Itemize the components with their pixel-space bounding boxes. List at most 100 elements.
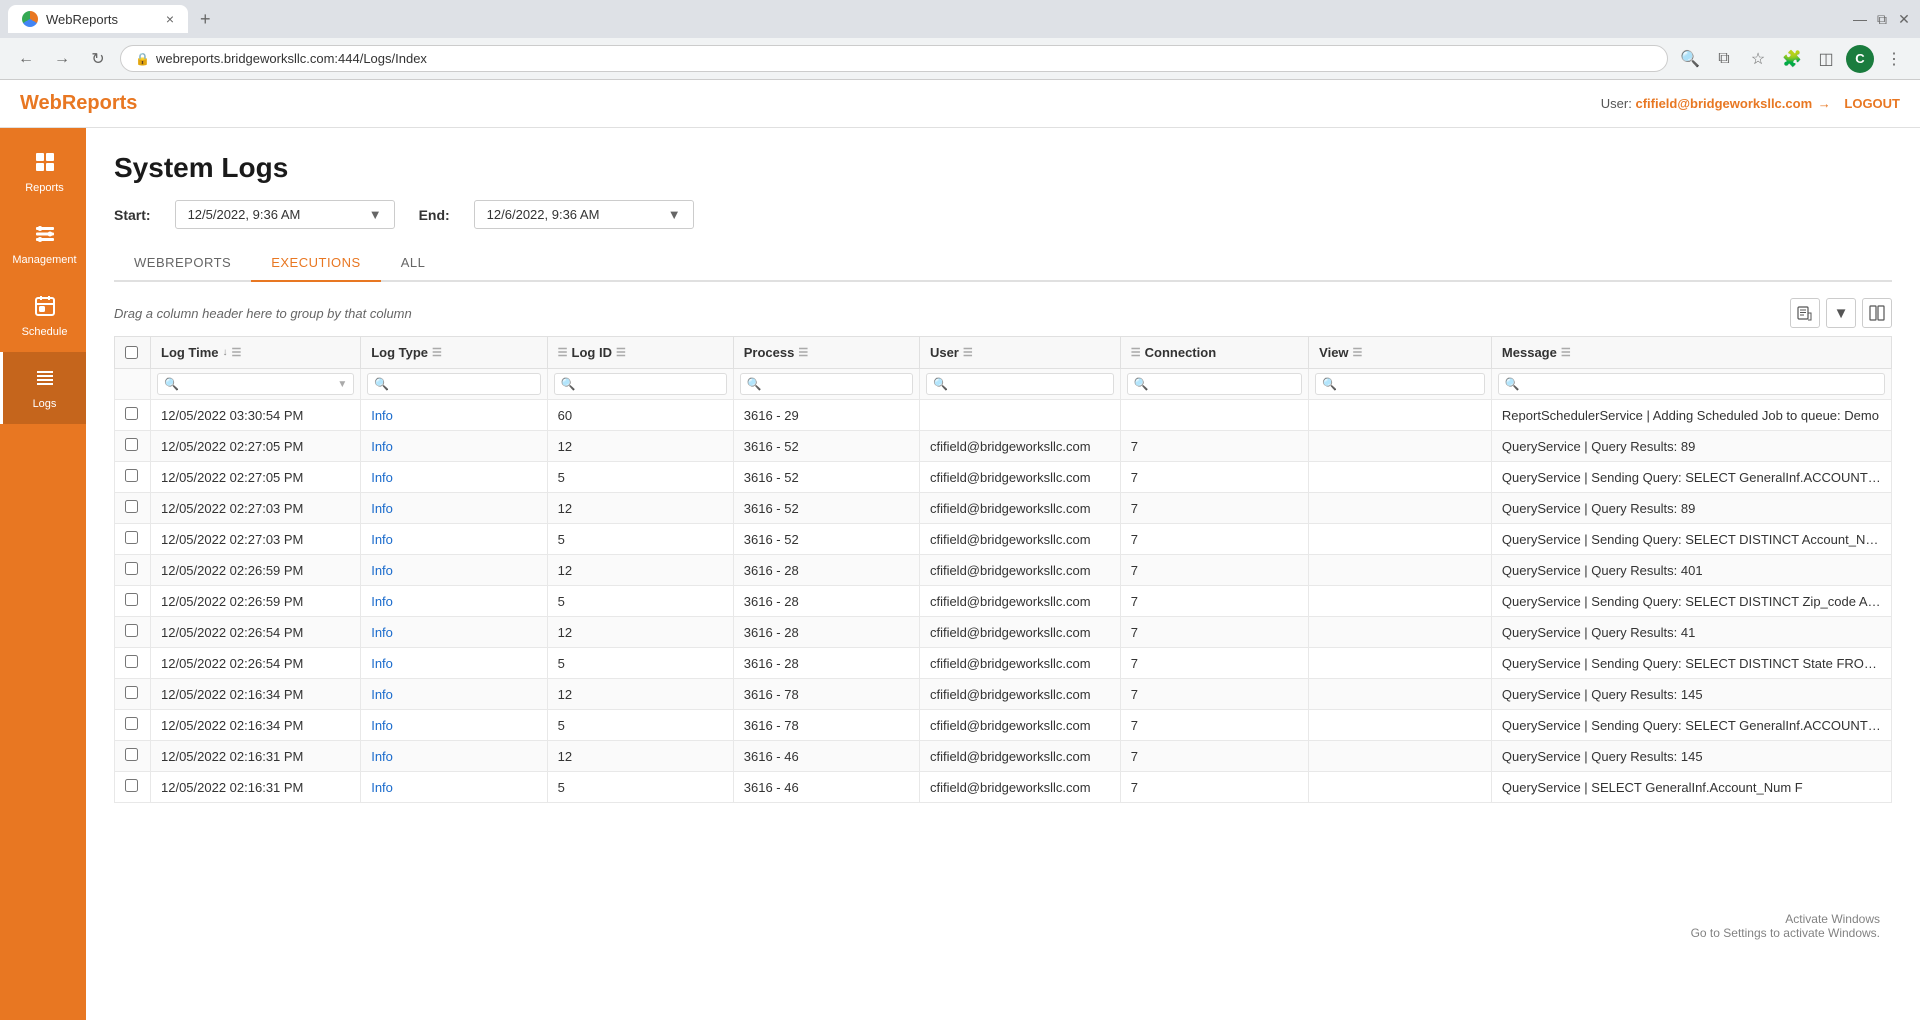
cell-0-0 (115, 400, 151, 431)
user-filter[interactable]: 🔍 (926, 373, 1114, 395)
connection-filter[interactable]: 🔍 (1127, 373, 1302, 395)
message-filter[interactable]: 🔍 (1498, 373, 1885, 395)
restore-button[interactable]: ⧉ (1874, 11, 1890, 27)
column-chooser-button[interactable] (1862, 298, 1892, 328)
row-checkbox-8[interactable] (125, 655, 138, 668)
row-checkbox-12[interactable] (125, 779, 138, 792)
cell-9-8: QueryService | Query Results: 145 (1491, 679, 1891, 710)
row-checkbox-10[interactable] (125, 717, 138, 730)
cell-8-5: cfifield@bridgeworksllc.com (919, 648, 1120, 679)
share-button[interactable]: ⧉ (1710, 45, 1738, 73)
search-icon-button[interactable]: 🔍 (1676, 45, 1704, 73)
process-filter-input[interactable] (766, 377, 906, 391)
sidebar-item-reports[interactable]: Reports (0, 136, 86, 208)
logout-button[interactable]: LOGOUT (1844, 96, 1900, 111)
dropdown-button[interactable]: ▼ (1826, 298, 1856, 328)
new-tab-button[interactable]: + (192, 5, 219, 34)
logtype-link-3[interactable]: Info (371, 501, 393, 516)
view-filter[interactable]: 🔍 (1315, 373, 1485, 395)
profile-button[interactable]: C (1846, 45, 1874, 73)
row-checkbox-9[interactable] (125, 686, 138, 699)
export-button[interactable] (1790, 298, 1820, 328)
sidebar-toggle-button[interactable]: ◫ (1812, 45, 1840, 73)
cell-8-8: QueryService | Sending Query: SELECT DIS… (1491, 648, 1891, 679)
logtype-link-12[interactable]: Info (371, 780, 393, 795)
th-logtime[interactable]: Log Time ↓ ☰ (151, 337, 361, 369)
reports-label: Reports (25, 182, 64, 194)
user-filter-input[interactable] (952, 377, 1107, 391)
th-user[interactable]: User ☰ (919, 337, 1120, 369)
th-logtype[interactable]: Log Type ☰ (361, 337, 547, 369)
more-button[interactable]: ⋮ (1880, 45, 1908, 73)
logtype-link-2[interactable]: Info (371, 470, 393, 485)
row-checkbox-6[interactable] (125, 593, 138, 606)
logtype-filter[interactable]: 🔍 (367, 373, 540, 395)
logtype-link-7[interactable]: Info (371, 625, 393, 640)
back-button[interactable]: ← (12, 45, 40, 73)
logid-filter-input[interactable] (580, 377, 720, 391)
th-logid[interactable]: ☰ Log ID ☰ (547, 337, 733, 369)
row-checkbox-7[interactable] (125, 624, 138, 637)
start-date-picker[interactable]: 12/5/2022, 9:36 AM ▼ (175, 200, 395, 229)
tab-all[interactable]: ALL (381, 245, 446, 282)
cell-2-7 (1309, 462, 1492, 493)
logtime-filter-input[interactable] (183, 377, 333, 391)
cell-6-6: 7 (1120, 586, 1308, 617)
cell-4-4: 3616 - 52 (733, 524, 919, 555)
cell-7-5: cfifield@bridgeworksllc.com (919, 617, 1120, 648)
th-connection[interactable]: ☰ Connection (1120, 337, 1308, 369)
close-button[interactable]: ✕ (1896, 11, 1912, 27)
logtype-link-0[interactable]: Info (371, 408, 393, 423)
logtype-link-6[interactable]: Info (371, 594, 393, 609)
row-checkbox-2[interactable] (125, 469, 138, 482)
cell-6-0 (115, 586, 151, 617)
cell-4-3: 5 (547, 524, 733, 555)
app-header: WebReports User: cfifield@bridgeworksllc… (0, 80, 1920, 128)
th-message[interactable]: Message ☰ (1491, 337, 1891, 369)
message-filter-icon: ☰ (1561, 346, 1571, 359)
logtype-link-11[interactable]: Info (371, 749, 393, 764)
end-date-picker[interactable]: 12/6/2022, 9:36 AM ▼ (474, 200, 694, 229)
logtype-link-9[interactable]: Info (371, 687, 393, 702)
th-process[interactable]: Process ☰ (733, 337, 919, 369)
th-view[interactable]: View ☰ (1309, 337, 1492, 369)
connection-filter-input[interactable] (1153, 377, 1295, 391)
active-tab[interactable]: WebReports × (8, 5, 188, 33)
bookmark-button[interactable]: ☆ (1744, 45, 1772, 73)
select-all-checkbox[interactable] (125, 346, 138, 359)
logtime-filter[interactable]: 🔍 ▼ (157, 373, 354, 395)
message-filter-input[interactable] (1524, 377, 1878, 391)
logtype-link-8[interactable]: Info (371, 656, 393, 671)
logtype-link-1[interactable]: Info (371, 439, 393, 454)
extensions-button[interactable]: 🧩 (1778, 45, 1806, 73)
minimize-button[interactable]: — (1852, 11, 1868, 27)
tab-executions[interactable]: EXECUTIONS (251, 245, 381, 282)
table-row: 12/05/2022 02:16:34 PMInfo123616 - 78cfi… (115, 679, 1892, 710)
logtype-link-4[interactable]: Info (371, 532, 393, 547)
row-checkbox-4[interactable] (125, 531, 138, 544)
logid-filter[interactable]: 🔍 (554, 373, 727, 395)
tab-close-button[interactable]: × (166, 11, 174, 27)
cell-10-1: 12/05/2022 02:16:34 PM (151, 710, 361, 741)
row-checkbox-1[interactable] (125, 438, 138, 451)
row-checkbox-3[interactable] (125, 500, 138, 513)
cell-1-7 (1309, 431, 1492, 462)
sidebar-item-logs[interactable]: Logs (0, 352, 86, 424)
process-filter[interactable]: 🔍 (740, 373, 913, 395)
sidebar-item-schedule[interactable]: Schedule (0, 280, 86, 352)
lock-icon: 🔒 (135, 52, 150, 66)
address-bar[interactable]: 🔒 webreports.bridgeworksllc.com:444/Logs… (120, 45, 1668, 72)
table-row: 12/05/2022 03:30:54 PMInfo603616 - 29Rep… (115, 400, 1892, 431)
logtype-link-10[interactable]: Info (371, 718, 393, 733)
row-checkbox-5[interactable] (125, 562, 138, 575)
forward-button[interactable]: → (48, 45, 76, 73)
row-checkbox-0[interactable] (125, 407, 138, 420)
logtype-filter-input[interactable] (393, 377, 533, 391)
cell-9-5: cfifield@bridgeworksllc.com (919, 679, 1120, 710)
row-checkbox-11[interactable] (125, 748, 138, 761)
view-filter-input[interactable] (1341, 377, 1478, 391)
sidebar-item-management[interactable]: Management (0, 208, 86, 280)
logtype-link-5[interactable]: Info (371, 563, 393, 578)
refresh-button[interactable]: ↻ (84, 45, 112, 73)
tab-webreports[interactable]: WEBREPORTS (114, 245, 251, 282)
